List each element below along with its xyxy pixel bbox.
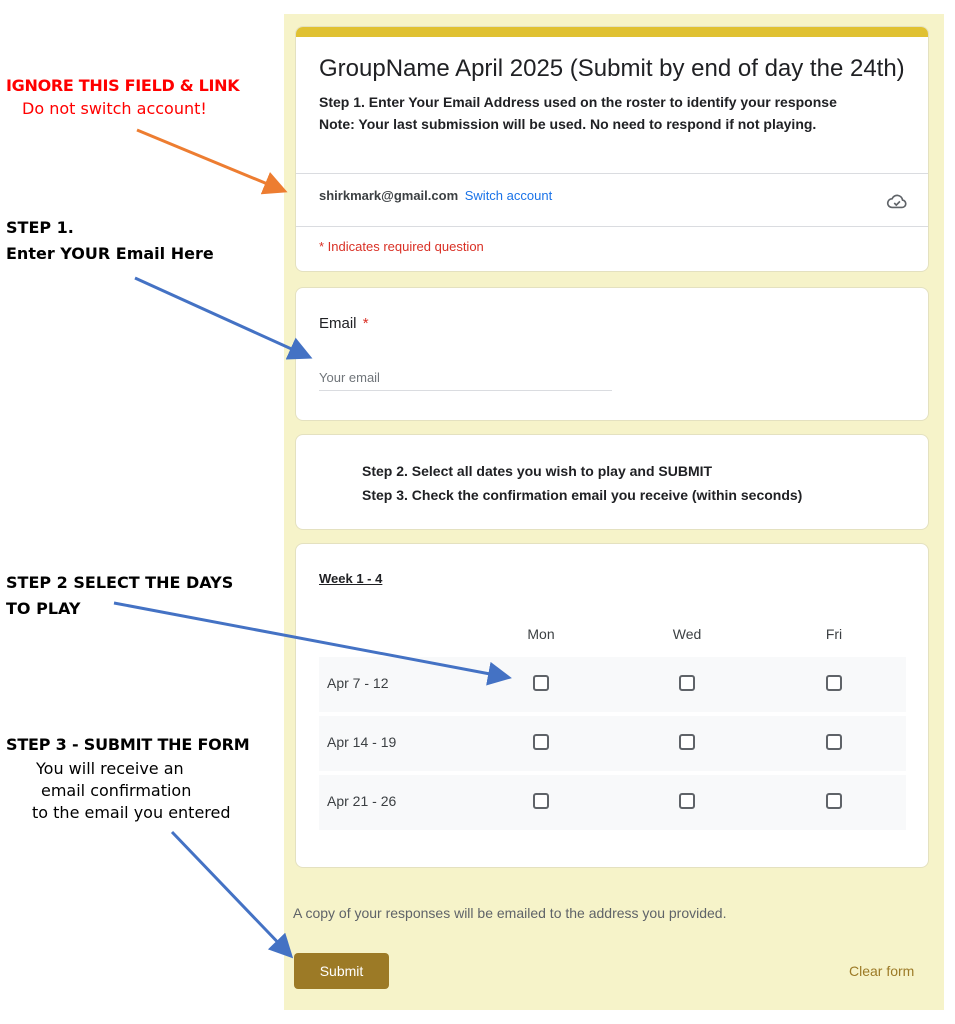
checkbox-apr14-fri[interactable] [826,734,842,750]
annotation-step1-line2: Enter YOUR Email Here [6,244,214,263]
account-email-text: shirkmark@gmail.com [319,188,459,203]
instructions-step2: Step 2. Select all dates you wish to pla… [362,463,713,479]
email-label-text: Email [319,315,357,332]
annotation-step2-line1: STEP 2 SELECT THE DAYS [6,573,234,592]
grid-row: Apr 21 - 26 [319,775,906,830]
required-note: * Indicates required question [319,239,484,254]
arrow-step3 [170,830,294,959]
form-title: GroupName April 2025 (Submit by end of d… [319,55,905,82]
checkbox-grid-card: Week 1 - 4 Mon Wed Fri Apr 7 - 12 Apr 14… [295,543,929,868]
grid-row: Apr 14 - 19 [319,716,906,771]
cloud-saved-icon [886,194,907,209]
clear-form-button[interactable]: Clear form [849,963,914,979]
email-field[interactable] [319,364,612,391]
accent-bar [296,27,928,37]
switch-account-link[interactable]: Switch account [465,188,552,203]
row-label: Apr 21 - 26 [327,793,397,809]
checkbox-apr7-mon[interactable] [533,675,549,691]
form-header-card: GroupName April 2025 (Submit by end of d… [295,26,929,272]
checkbox-grid: Mon Wed Fri Apr 7 - 12 Apr 14 - 19 Apr 2… [319,614,906,834]
annotation-step3-title: STEP 3 - SUBMIT THE FORM [6,735,250,754]
arrow-step1 [134,276,313,360]
column-header-mon: Mon [527,626,555,642]
annotation-step3-line2: email confirmation [41,781,192,800]
email-question-card: Email * [295,287,929,421]
account-email: shirkmark@gmail.com Switch account [319,188,552,203]
checkbox-apr21-mon[interactable] [533,793,549,809]
checkbox-apr7-fri[interactable] [826,675,842,691]
annotation-step2: STEP 2 SELECT THE DAYS TO PLAY [6,570,266,622]
instructions-card: Step 2. Select all dates you wish to pla… [295,434,929,530]
instructions-step3: Step 3. Check the confirmation email you… [362,487,803,503]
copy-responses-note: A copy of your responses will be emailed… [293,905,727,921]
annotation-ignore-title: IGNORE THIS FIELD & LINK [6,76,240,95]
form-description-line2: Note: Your last submission will be used.… [319,116,817,132]
grid-row: Apr 7 - 12 [319,657,906,712]
annotation-step2-line2: TO PLAY [6,599,81,618]
form-description: Step 1. Enter Your Email Address used on… [319,91,908,135]
annotation-ignore-subtitle: Do not switch account! [22,99,207,118]
account-row: shirkmark@gmail.com Switch account [296,173,928,227]
required-asterisk: * [362,315,369,332]
checkbox-apr21-fri[interactable] [826,793,842,809]
email-question-label: Email * [319,315,369,332]
column-header-wed: Wed [672,626,702,642]
annotation-step3: STEP 3 - SUBMIT THE FORM You will receiv… [6,735,281,824]
instructions-text: Step 2. Select all dates you wish to pla… [362,459,802,507]
annotation-step3-line3: to the email you entered [32,803,231,822]
row-label: Apr 7 - 12 [327,675,389,691]
checkbox-apr14-mon[interactable] [533,734,549,750]
checkbox-apr21-wed[interactable] [679,793,695,809]
form-description-line1: Step 1. Enter Your Email Address used on… [319,94,837,110]
annotation-ignore: IGNORE THIS FIELD & LINK Do not switch a… [6,76,266,118]
grid-title: Week 1 - 4 [319,571,383,586]
annotation-step3-line1: You will receive an [36,759,184,778]
checkbox-apr14-wed[interactable] [679,734,695,750]
checkbox-apr7-wed[interactable] [679,675,695,691]
arrow-ignore [136,128,288,195]
column-header-fri: Fri [825,626,843,642]
annotation-step1-line1: STEP 1. [6,218,74,237]
annotation-step1: STEP 1. Enter YOUR Email Here [6,215,214,267]
grid-header: Mon Wed Fri [319,614,906,657]
submit-button[interactable]: Submit [294,953,389,989]
row-label: Apr 14 - 19 [327,734,397,750]
